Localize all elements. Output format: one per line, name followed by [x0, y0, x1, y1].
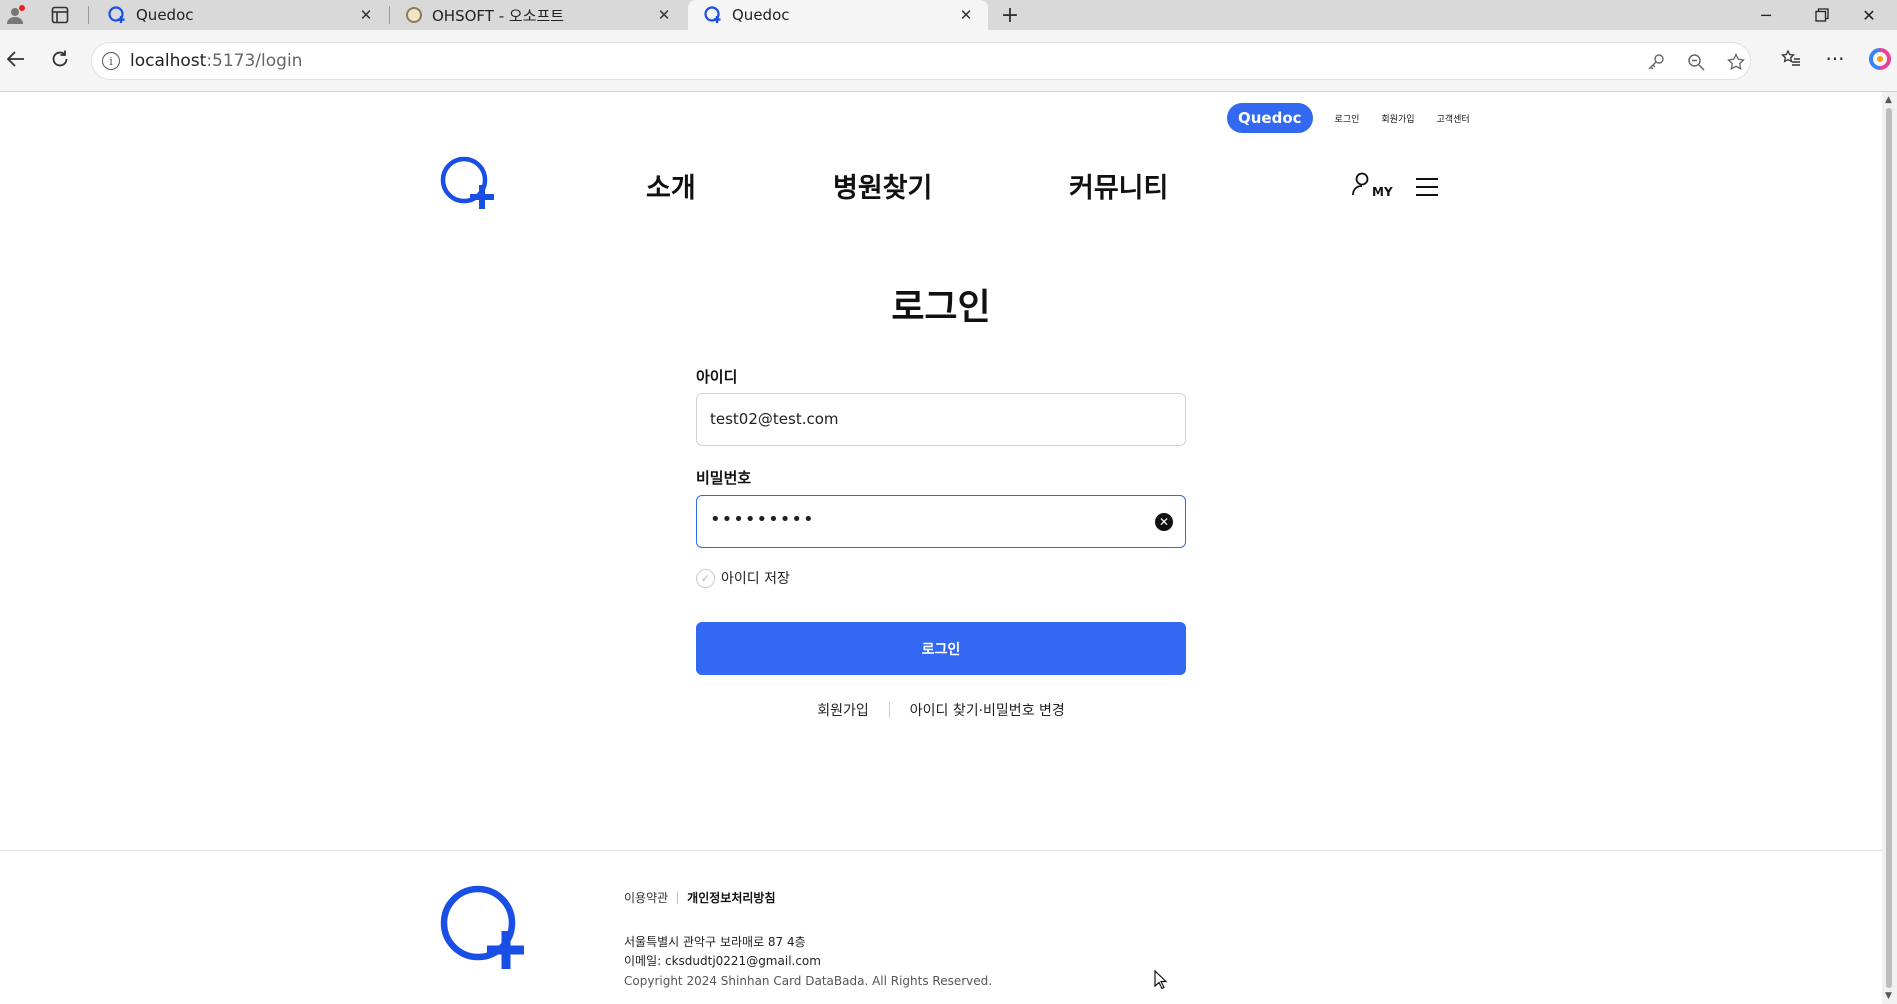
utility-nav: Quedoc 로그인 회원가입 고객센터 — [1227, 103, 1470, 133]
page-title: 로그인 — [891, 287, 991, 328]
main-nav: 소개 병원찾기 커뮤니티 — [0, 166, 1882, 206]
signup-link[interactable]: 회원가입 — [817, 700, 869, 720]
id-input[interactable]: test02@test.com — [696, 393, 1186, 446]
nav-about[interactable]: 소개 — [646, 166, 696, 205]
scrollbar-thumb[interactable] — [1886, 108, 1892, 988]
id-input-value: test02@test.com — [710, 410, 839, 428]
footer-contact: 서울특별시 관악구 보라매로 87 4층 이메일: cksdudtj0221@g… — [624, 933, 821, 971]
close-icon[interactable]: ✕ — [654, 6, 674, 24]
tab-ohsoft[interactable]: OHSOFT - 오소프트 ✕ — [390, 0, 686, 30]
footer-email: 이메일: cksdudtj0221@gmail.com — [624, 954, 821, 968]
scroll-up-icon[interactable]: ▲ — [1885, 96, 1894, 105]
minimize-icon[interactable]: ─ — [1738, 0, 1794, 30]
copilot-icon[interactable] — [1865, 44, 1895, 74]
globe-icon — [406, 7, 422, 23]
page-scrollbar[interactable]: ▲ ▼ — [1882, 92, 1897, 1004]
browser-tab-bar: Quedoc ✕ OHSOFT - 오소프트 ✕ Quedoc ✕ + ─ ✕ — [0, 0, 1897, 30]
reload-icon[interactable] — [45, 44, 75, 74]
my-page-button[interactable]: MY — [1352, 172, 1394, 202]
divider — [677, 891, 679, 904]
user-icon — [1352, 172, 1369, 196]
footer-address: 서울특별시 관악구 보라매로 87 4층 — [624, 935, 806, 949]
login-button[interactable]: 로그인 — [696, 622, 1186, 675]
util-signup-link[interactable]: 회원가입 — [1381, 112, 1414, 125]
quedoc-icon — [108, 6, 126, 24]
site-info-icon[interactable]: i — [102, 52, 120, 70]
favorites-list-icon[interactable] — [1776, 44, 1806, 74]
nav-hospital-search[interactable]: 병원찾기 — [833, 166, 932, 205]
checkbox-circle-icon[interactable]: ✓ — [696, 568, 715, 588]
footer-links: 이용약관 개인정보처리방침 — [624, 889, 776, 906]
close-icon[interactable]: ✕ — [356, 6, 376, 24]
close-icon[interactable]: ✕ — [956, 6, 976, 24]
tab-separator — [88, 6, 89, 24]
more-options-icon[interactable]: ··· — [1820, 44, 1850, 74]
brand-pill[interactable]: Quedoc — [1227, 103, 1313, 133]
remember-id[interactable]: ✓ 아이디 저장 — [696, 568, 790, 588]
address-bar[interactable]: i localhost:5173/login — [91, 42, 1751, 80]
tab-quedoc-active[interactable]: Quedoc ✕ — [688, 0, 988, 30]
password-input[interactable]: ••••••••• ✕ — [696, 495, 1186, 548]
divider — [888, 702, 890, 718]
my-label: MY — [1372, 185, 1393, 199]
scroll-down-icon[interactable]: ▼ — [1885, 992, 1894, 1001]
footer-logo[interactable] — [440, 885, 524, 969]
tab-actions-icon[interactable] — [47, 2, 73, 28]
password-label: 비밀번호 — [696, 469, 752, 487]
remember-id-label: 아이디 저장 — [721, 571, 790, 587]
tab-title: OHSOFT - 오소프트 — [432, 6, 565, 25]
util-support-link[interactable]: 고객센터 — [1437, 112, 1470, 125]
page-content: Quedoc 로그인 회원가입 고객센터 소개 병원찾기 커뮤니티 MY 로그인… — [0, 92, 1882, 1004]
clear-input-icon[interactable]: ✕ — [1155, 513, 1173, 531]
find-account-link[interactable]: 아이디 찾기·비밀번호 변경 — [910, 700, 1065, 720]
profile-icon[interactable] — [2, 2, 28, 28]
mouse-cursor-icon — [1154, 969, 1168, 990]
url-path: :5173/login — [206, 51, 303, 71]
util-login-link[interactable]: 로그인 — [1335, 112, 1360, 125]
footer: 이용약관 개인정보처리방침 서울특별시 관악구 보라매로 87 4층 이메일: … — [0, 850, 1882, 1004]
tab-quedoc-1[interactable]: Quedoc ✕ — [92, 0, 388, 30]
footer-copyright: Copyright 2024 Shinhan Card DataBada. Al… — [624, 974, 993, 988]
url-host: localhost — [130, 51, 207, 71]
quedoc-icon — [704, 6, 722, 24]
browser-toolbar: i localhost:5173/login ··· — [0, 30, 1897, 92]
password-key-icon[interactable] — [1643, 49, 1669, 75]
hamburger-menu-icon[interactable] — [1416, 178, 1438, 196]
privacy-link[interactable]: 개인정보처리방침 — [687, 889, 775, 906]
url-text: localhost:5173/login — [130, 51, 302, 71]
tab-title: Quedoc — [136, 6, 194, 24]
auth-sub-links: 회원가입 아이디 찾기·비밀번호 변경 — [0, 700, 1882, 720]
tab-title: Quedoc — [732, 6, 790, 24]
zoom-out-icon[interactable] — [1683, 49, 1709, 75]
favorite-star-icon[interactable] — [1723, 49, 1749, 75]
id-label: 아이디 — [696, 368, 738, 386]
new-tab-icon[interactable]: + — [990, 0, 1030, 30]
window-close-icon[interactable]: ✕ — [1841, 0, 1897, 30]
nav-community[interactable]: 커뮤니티 — [1069, 166, 1168, 205]
back-icon[interactable] — [1, 44, 31, 74]
terms-link[interactable]: 이용약관 — [624, 889, 668, 906]
password-input-value: ••••••••• — [710, 509, 815, 530]
